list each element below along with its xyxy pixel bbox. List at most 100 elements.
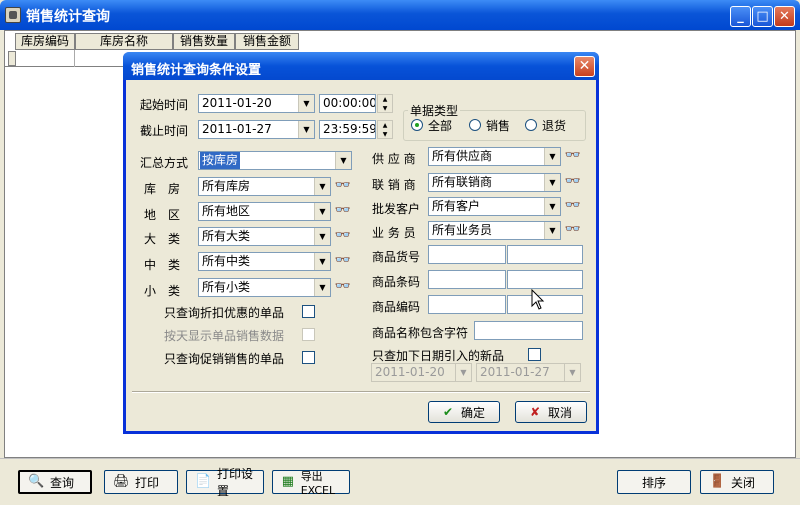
new-from-date[interactable]: 2011-01-20 ▼	[371, 363, 472, 382]
chevron-down-icon[interactable]: ▼	[544, 148, 560, 165]
radio-returns-label[interactable]: 退货	[542, 117, 566, 134]
warehouse-select[interactable]: 所有库房 ▼	[198, 177, 331, 196]
column-header[interactable]: 销售金额	[235, 33, 299, 50]
binoculars-icon[interactable]: 👓	[564, 173, 582, 191]
minor-category-select[interactable]: 所有小类 ▼	[198, 278, 331, 297]
chevron-down-icon[interactable]: ▼	[544, 222, 560, 239]
column-header[interactable]: 库房名称	[75, 33, 173, 50]
chevron-down-icon[interactable]: ▼	[314, 279, 330, 296]
mid-category-select[interactable]: 所有中类 ▼	[198, 252, 331, 271]
query-conditions-dialog: 销售统计查询条件设置 ✕ 起始时间 2011-01-20 ▼ 00:00:00 ▲…	[123, 52, 599, 434]
spin-down-icon[interactable]: ▼	[378, 104, 392, 113]
salesperson-select[interactable]: 所有业务员 ▼	[428, 221, 561, 240]
barcode-to[interactable]	[507, 270, 583, 289]
summary-select[interactable]: 按库房 ▼	[198, 151, 352, 170]
chevron-down-icon[interactable]: ▼	[314, 253, 330, 270]
binoculars-icon[interactable]: 👓	[334, 227, 352, 245]
major-category-select[interactable]: 所有大类 ▼	[198, 227, 331, 246]
barcode-label: 商品条码	[372, 275, 421, 289]
radio-sales[interactable]	[469, 119, 481, 131]
start-time-input[interactable]: 00:00:00	[319, 94, 376, 113]
chevron-down-icon[interactable]: ▼	[314, 228, 330, 245]
chevron-down-icon[interactable]: ▼	[544, 198, 560, 215]
end-time-input[interactable]: 23:59:59	[319, 120, 376, 139]
binoculars-icon[interactable]: 👓	[564, 147, 582, 165]
column-header[interactable]: 库房编码	[15, 33, 75, 50]
barcode-from[interactable]	[428, 270, 506, 289]
start-time-label: 起始时间	[140, 98, 189, 112]
end-date-picker[interactable]: 2011-01-27 ▼	[198, 120, 315, 139]
export-excel-button[interactable]: ▦ 导出EXCEL	[272, 470, 350, 497]
binoculars-icon[interactable]: 👓	[334, 278, 352, 296]
new-items-checkbox[interactable]	[528, 348, 541, 361]
chevron-down-icon[interactable]: ▼	[544, 174, 560, 191]
app-icon	[5, 7, 21, 23]
promo-only-checkbox[interactable]	[302, 351, 315, 364]
mouse-cursor-icon	[531, 289, 545, 310]
end-time-spinner[interactable]: ▲ ▼	[377, 120, 393, 139]
radio-returns[interactable]	[525, 119, 537, 131]
filter-label: 业 务 员	[372, 226, 416, 240]
name-contains-input[interactable]	[474, 321, 583, 340]
minimize-button[interactable]: _	[730, 6, 751, 27]
filter-label: 地 区	[144, 208, 181, 222]
chevron-down-icon[interactable]: ▼	[298, 121, 314, 138]
filter-label: 批发客户	[372, 202, 421, 216]
product-code-label: 商品货号	[372, 250, 421, 264]
end-time-label: 截止时间	[140, 124, 189, 138]
binoculars-icon[interactable]: 👓	[564, 221, 582, 239]
query-button[interactable]: 🔍 查询	[18, 470, 92, 494]
close-button[interactable]: 🚪 关闭	[700, 470, 774, 494]
product-id-label: 商品编码	[372, 300, 421, 314]
binoculars-icon[interactable]: 👓	[564, 197, 582, 215]
region-select[interactable]: 所有地区 ▼	[198, 202, 331, 221]
magnifier-icon: 🔍	[28, 474, 45, 489]
wholesale-customer-select[interactable]: 所有客户 ▼	[428, 197, 561, 216]
printer-icon: 🖨	[113, 474, 130, 489]
chevron-down-icon[interactable]: ▼	[314, 203, 330, 220]
product-code-from[interactable]	[428, 245, 506, 264]
chevron-down-icon[interactable]: ▼	[564, 364, 580, 381]
chevron-down-icon[interactable]: ▼	[298, 95, 314, 112]
supplier-select[interactable]: 所有供应商 ▼	[428, 147, 561, 166]
discount-only-label: 只查询折扣优惠的单品	[164, 306, 285, 320]
column-header[interactable]: 销售数量	[173, 33, 235, 50]
product-code-to[interactable]	[507, 245, 583, 264]
maximize-button[interactable]: □	[752, 6, 773, 27]
spin-up-icon[interactable]: ▲	[378, 121, 392, 130]
filter-label: 中 类	[144, 258, 181, 272]
chevron-down-icon[interactable]: ▼	[314, 178, 330, 195]
print-button[interactable]: 🖨 打印	[104, 470, 178, 494]
binoculars-icon[interactable]: 👓	[334, 252, 352, 270]
daily-detail-checkbox[interactable]	[302, 328, 315, 341]
spin-down-icon[interactable]: ▼	[378, 130, 392, 139]
binoculars-icon[interactable]: 👓	[334, 202, 352, 220]
close-window-button[interactable]: ✕	[774, 6, 795, 27]
excel-icon: ▦	[281, 474, 294, 489]
product-id-from[interactable]	[428, 295, 506, 314]
product-id-to[interactable]	[507, 295, 583, 314]
filter-label: 联 销 商	[372, 178, 416, 192]
dialog-close-button[interactable]: ✕	[574, 56, 595, 77]
sort-button[interactable]: 排序	[617, 470, 691, 494]
main-window-title: 销售统计查询	[26, 9, 110, 25]
radio-sales-label[interactable]: 销售	[486, 117, 510, 134]
binoculars-icon[interactable]: 👓	[334, 177, 352, 195]
ok-button[interactable]: ✔ 确定	[428, 401, 500, 423]
bottom-toolbar: 🔍 查询 🖨 打印 📄 打印设置 ▦ 导出EXCEL 排序 🚪 关闭	[0, 458, 800, 505]
discount-only-checkbox[interactable]	[302, 305, 315, 318]
print-settings-button[interactable]: 📄 打印设置	[186, 467, 264, 498]
cancel-button[interactable]: ✘ 取消	[515, 401, 587, 423]
name-contains-label: 商品名称包含字符	[372, 326, 469, 340]
chevron-down-icon[interactable]: ▼	[455, 364, 471, 381]
joint-seller-select[interactable]: 所有联销商 ▼	[428, 173, 561, 192]
start-time-spinner[interactable]: ▲ ▼	[377, 94, 393, 113]
new-to-date[interactable]: 2011-01-27 ▼	[476, 363, 581, 382]
spin-up-icon[interactable]: ▲	[378, 95, 392, 104]
start-date-picker[interactable]: 2011-01-20 ▼	[198, 94, 315, 113]
chevron-down-icon[interactable]: ▼	[335, 152, 351, 169]
dialog-title: 销售统计查询条件设置	[131, 63, 262, 78]
radio-all-label[interactable]: 全部	[428, 117, 452, 134]
cell-divider	[74, 50, 75, 67]
radio-all[interactable]	[411, 119, 423, 131]
